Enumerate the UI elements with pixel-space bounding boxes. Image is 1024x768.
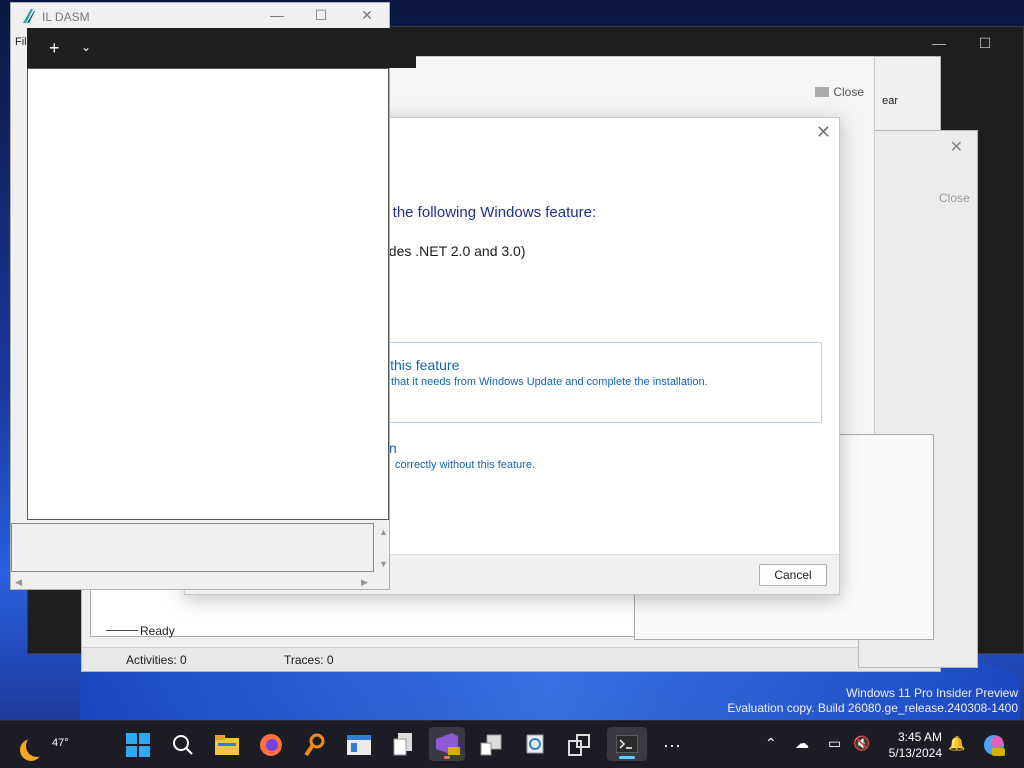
divider bbox=[106, 630, 138, 631]
cancel-button[interactable]: Cancel bbox=[759, 564, 827, 586]
onedrive-offline-icon[interactable]: ☁ bbox=[795, 735, 809, 752]
terminal-icon[interactable] bbox=[607, 727, 647, 761]
running-indicator bbox=[444, 756, 450, 759]
document-tool-icon[interactable] bbox=[389, 731, 417, 759]
app-window-icon[interactable] bbox=[345, 731, 373, 759]
vertical-scrollbar[interactable]: ▲ ▼ bbox=[375, 523, 391, 573]
close-button[interactable]: Close bbox=[815, 85, 864, 99]
dialog-heading: s the following Windows feature: bbox=[381, 204, 597, 221]
windows-tool-icon[interactable] bbox=[565, 731, 593, 759]
active-indicator bbox=[619, 756, 635, 759]
date: 5/13/2024 bbox=[888, 746, 942, 760]
skip-option-description: correctly without this feature. bbox=[395, 459, 536, 471]
close-icon[interactable]: ✕ bbox=[357, 7, 377, 24]
file-explorer-icon[interactable] bbox=[213, 731, 241, 759]
option-title: ll this feature bbox=[380, 357, 460, 373]
weather-widget[interactable]: 47° bbox=[20, 729, 69, 761]
visual-studio-preview-icon[interactable] bbox=[429, 727, 465, 761]
network-tool-icon[interactable] bbox=[477, 731, 505, 759]
feature-name: ades .NET 2.0 and 3.0) bbox=[381, 243, 526, 259]
taskbar: 47° ··· ⌃ ☁ ▭ 🔇 3:45 AM 5/13/2024 🔔 bbox=[0, 720, 1024, 768]
minimize-icon[interactable]: — bbox=[267, 7, 287, 23]
info-pane bbox=[11, 523, 374, 572]
skip-option-title[interactable]: n bbox=[389, 440, 397, 456]
maximize-icon[interactable]: ☐ bbox=[311, 7, 331, 24]
scroll-up-icon[interactable]: ▲ bbox=[379, 527, 388, 537]
close-icon[interactable]: ✕ bbox=[950, 137, 963, 157]
firefox-icon[interactable] bbox=[257, 731, 285, 759]
chevron-up-icon[interactable]: ⌃ bbox=[765, 735, 777, 752]
windows-logo-icon bbox=[126, 733, 150, 757]
maximize-icon[interactable]: ☐ bbox=[970, 35, 1000, 51]
scroll-left-icon[interactable]: ◀ bbox=[15, 577, 22, 588]
inspect-tool-icon[interactable] bbox=[521, 731, 549, 759]
scroll-down-icon[interactable]: ▼ bbox=[379, 559, 388, 569]
ildasm-logo-icon bbox=[23, 9, 35, 23]
close-button[interactable]: Close bbox=[939, 191, 970, 205]
weather-moon-shadow bbox=[26, 735, 48, 757]
window-title: IL DASM bbox=[42, 10, 90, 24]
traces-count: Traces: 0 bbox=[284, 653, 334, 667]
install-feature-option[interactable]: ll this feature that it needs from Windo… bbox=[355, 342, 822, 423]
time: 3:45 AM bbox=[897, 730, 942, 744]
copilot-preview-icon[interactable] bbox=[980, 731, 1008, 759]
volume-muted-icon[interactable]: 🔇 bbox=[853, 735, 870, 752]
search-icon[interactable] bbox=[169, 731, 197, 759]
more-apps-icon[interactable]: ··· bbox=[658, 731, 686, 759]
watermark-line2: Evaluation copy. Build 26080.ge_release.… bbox=[727, 701, 1018, 715]
close-icon bbox=[815, 87, 830, 97]
chevron-down-icon[interactable]: ⌄ bbox=[81, 40, 91, 54]
start-button[interactable] bbox=[124, 731, 152, 759]
title-bar: IL DASM — ☐ ✕ bbox=[11, 3, 389, 31]
magnifier-app-icon[interactable] bbox=[301, 731, 329, 759]
new-tab-button[interactable]: + bbox=[49, 38, 60, 59]
option-description: that it needs from Windows Update and co… bbox=[391, 376, 708, 388]
status-ready: Ready bbox=[140, 624, 175, 638]
scroll-right-icon[interactable]: ▶ bbox=[361, 577, 368, 588]
activities-count: Activities: 0 bbox=[126, 653, 187, 667]
horizontal-scrollbar[interactable]: ◀ ▶ bbox=[11, 573, 391, 591]
clear-button[interactable]: ear bbox=[882, 95, 898, 107]
watermark-line1: Windows 11 Pro Insider Preview bbox=[846, 686, 1018, 700]
minimize-icon[interactable]: — bbox=[924, 35, 954, 51]
close-icon[interactable]: ✕ bbox=[816, 122, 831, 143]
tree-view[interactable] bbox=[27, 68, 389, 520]
weather-temp: 47° bbox=[52, 737, 69, 749]
terminal-tab-bar: + ⌄ bbox=[27, 28, 416, 68]
clock[interactable]: 3:45 AM 5/13/2024 bbox=[878, 729, 942, 761]
menu-file[interactable]: Fil bbox=[15, 36, 27, 48]
status-bar: Activities: 0 Traces: 0 bbox=[82, 647, 940, 671]
notification-bell-icon[interactable]: 🔔 bbox=[948, 735, 965, 752]
close-label: Close bbox=[833, 85, 864, 99]
network-icon[interactable]: ▭ bbox=[828, 735, 841, 752]
